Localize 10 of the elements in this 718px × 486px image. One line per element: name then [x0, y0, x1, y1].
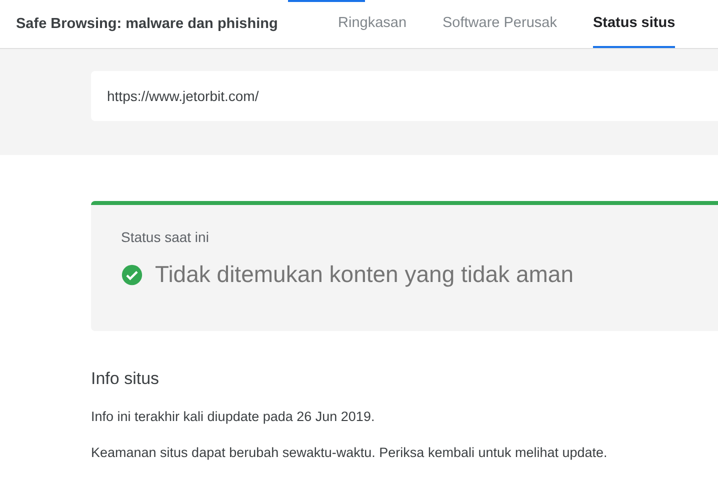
status-label: Status saat ini — [121, 229, 210, 245]
url-field[interactable]: https://www.jetorbit.com/ — [91, 71, 718, 121]
tab[interactable]: Ringkasan — [338, 0, 407, 48]
tab[interactable]: Software Perusak — [442, 0, 557, 48]
check-circle-icon — [121, 264, 143, 286]
info-text: Keamanan situs dapat berubah sewaktu-waktu. Periksa kembali untuk melihat update. — [91, 445, 608, 460]
status-message: Tidak ditemukan konten yang tidak aman — [155, 261, 574, 288]
section-heading: Info situs — [91, 369, 160, 389]
page-title: Safe Browsing: malware dan phishing — [16, 16, 279, 32]
info-text: Info ini terakhir kali diupdate pada 26 Jun 2019. — [91, 409, 376, 424]
